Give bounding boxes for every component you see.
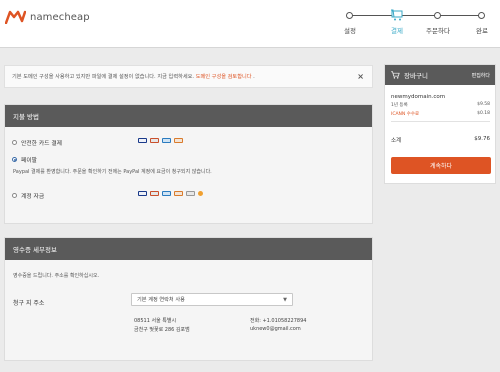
card-icon xyxy=(186,191,195,196)
billing-details-panel: 영수증 세부정보 영수증을 드립니다. 주소를 확인하십시오. 청구 지 주소 … xyxy=(4,237,373,361)
payment-option-account-funds[interactable]: 계정 자금 xyxy=(12,191,44,200)
billing-intro: 영수증을 드립니다. 주소를 확인하십시오. xyxy=(13,273,100,279)
step-label-setup: 설정 xyxy=(344,27,356,35)
page-header: namecheap 설정 결제 주문하다 완료 xyxy=(0,0,500,48)
cart-subtotal: 소계 $9.76 xyxy=(391,136,490,144)
line-item-icann: ICANN 수수료 $0.18 xyxy=(391,111,490,117)
billing-contact-select-value: 기본 계정 연락처 사용 xyxy=(137,297,185,303)
account-funds-logos xyxy=(138,191,203,196)
account-funds-label: 계정 자금 xyxy=(21,194,45,200)
card-option-label: 안전한 카드 결제 xyxy=(21,141,63,147)
cart-summary: 장바구니 편집하다 newmydomain.com 1년 등록 $9.58 IC… xyxy=(384,64,496,184)
step-label-payment: 결제 xyxy=(391,27,403,35)
billing-phone: 전화: +1.01058227894 xyxy=(250,318,307,324)
cart-divider xyxy=(391,121,490,122)
namecheap-logo-icon xyxy=(5,10,26,24)
payment-method-heading: 지불 방법 xyxy=(5,105,372,127)
line-item-registration: 1년 등록 $9.58 xyxy=(391,102,490,108)
mastercard-icon xyxy=(150,138,159,143)
line-item-price: $9.58 xyxy=(477,102,490,107)
namecheap-logo[interactable]: namecheap xyxy=(5,10,90,24)
brand-name: namecheap xyxy=(30,11,90,23)
review-domain-config-link[interactable]: 도메인 구성을 검토합니다 xyxy=(196,74,252,80)
checkout-progress: 설정 결제 주문하다 완료 xyxy=(340,8,490,38)
discover-icon xyxy=(174,138,183,143)
payment-option-paypal[interactable]: 페이팔 xyxy=(12,155,37,164)
coin-icon xyxy=(198,191,203,196)
billing-heading: 영수증 세부정보 xyxy=(5,238,372,260)
line-item-label: ICANN 수수료 xyxy=(391,112,420,117)
amex-icon xyxy=(162,191,171,196)
chevron-down-icon: ▼ xyxy=(283,297,287,303)
address-line-1: 08511 서울 특별시 xyxy=(134,318,177,324)
card-logos xyxy=(138,138,183,143)
billing-email: uknew0@gmail.com xyxy=(250,326,301,332)
cart-title: 장바구니 xyxy=(404,72,428,80)
paypal-option-label: 페이팔 xyxy=(21,158,37,164)
progress-line xyxy=(349,15,482,16)
close-icon[interactable]: × xyxy=(357,72,364,81)
visa-icon xyxy=(138,191,147,196)
cart-header: 장바구니 편집하다 xyxy=(385,65,495,85)
shopping-cart-icon xyxy=(391,71,400,79)
line-item-price: $0.18 xyxy=(477,111,490,116)
notice-text: 기본 도메인 구성을 사용하고 있지만 파일에 결제 설정이 없습니다. 지금 … xyxy=(12,74,195,80)
line-item-label: 1년 등록 xyxy=(391,103,408,108)
continue-button[interactable]: 계속하다 xyxy=(391,157,491,174)
visa-icon xyxy=(138,138,147,143)
cart-domain: newmydomain.com xyxy=(391,94,446,100)
account-funds-radio[interactable] xyxy=(12,193,17,198)
discover-icon xyxy=(174,191,183,196)
amex-icon xyxy=(162,138,171,143)
step-1-dot xyxy=(346,12,353,19)
cart-edit-link[interactable]: 편집하다 xyxy=(472,72,490,79)
billing-address-label: 청구 지 주소 xyxy=(13,300,45,307)
mastercard-icon xyxy=(150,191,159,196)
paypal-radio[interactable] xyxy=(12,157,17,162)
subtotal-label: 소계 xyxy=(391,138,402,144)
step-4-dot xyxy=(478,12,485,19)
step-3-dot xyxy=(434,12,441,19)
billing-contact-select[interactable]: 기본 계정 연락처 사용 ▼ xyxy=(131,293,293,306)
subtotal-value: $9.76 xyxy=(474,136,490,142)
payment-option-card[interactable]: 안전한 카드 결제 xyxy=(12,138,62,147)
step-label-order: 주문하다 xyxy=(426,27,450,35)
cart-step-icon xyxy=(391,9,403,21)
card-radio[interactable] xyxy=(12,140,17,145)
step-label-complete: 완료 xyxy=(476,27,488,35)
paypal-description: Paypal 결제를 환영합니다. 주문을 확인하기 전에는 PayPal 계정… xyxy=(13,169,212,175)
payment-method-panel: 지불 방법 안전한 카드 결제 페이팔 Paypal 결제를 환영합니다. 주문… xyxy=(4,104,373,224)
config-notice: 기본 도메인 구성을 사용하고 있지만 파일에 결제 설정이 없습니다. 지금 … xyxy=(4,65,373,88)
notice-suffix: . xyxy=(253,74,255,80)
address-line-2: 금천구 벚꽃로 286 김포범 xyxy=(134,327,190,333)
